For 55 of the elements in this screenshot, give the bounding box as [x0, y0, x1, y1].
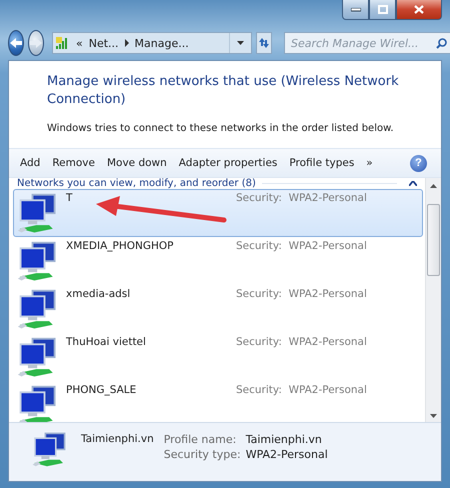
search-icon: [436, 38, 447, 48]
more-commands-button[interactable]: »: [361, 154, 378, 172]
network-row[interactable]: XMEDIA_PHONGHOP Security: WPA2-Personal: [13, 237, 423, 285]
network-security: Security: WPA2-Personal: [236, 240, 367, 253]
maximize-button[interactable]: [369, 0, 396, 20]
network-row[interactable]: xmedia-adsl Security: WPA2-Personal: [13, 285, 423, 333]
network-security: Security: WPA2-Personal: [236, 336, 367, 349]
detail-label: Profile name:: [164, 433, 238, 446]
refresh-icon: [257, 37, 271, 49]
search-field[interactable]: Search Manage Wirel...: [284, 32, 450, 54]
breadcrumb-item[interactable]: Manage...: [134, 36, 189, 50]
detail-value: Taimienphi.vn: [246, 433, 323, 446]
close-icon: [414, 5, 424, 14]
address-bar[interactable]: « Net... Manage...: [52, 32, 252, 54]
network-name: T: [66, 192, 74, 205]
toolbar-button[interactable]: Remove: [47, 154, 100, 172]
detail-label: Security type:: [164, 448, 241, 461]
network-row[interactable]: T Security: WPA2-Personal: [13, 189, 423, 237]
caret-icon: [237, 41, 244, 45]
maximize-icon: [378, 5, 388, 14]
scroll-thumb[interactable]: [427, 204, 440, 276]
forward-button[interactable]: [28, 30, 44, 56]
network-row[interactable]: PHONG_SALE Security: WPA2-Personal: [13, 381, 423, 422]
chevron-icon: [409, 181, 417, 186]
network-security: Security: WPA2-Personal: [236, 288, 367, 301]
close-button[interactable]: [396, 0, 442, 20]
minimize-icon: [350, 8, 360, 12]
network-security: Security: WPA2-Personal: [236, 384, 367, 397]
network-name: ThuHoai viettel: [66, 336, 147, 349]
network-name: XMEDIA_PHONGHOP: [66, 240, 174, 253]
network-name: xmedia-adsl: [66, 288, 132, 301]
description-text: Windows tries to connect to these networks in the order listed below.: [46, 122, 395, 136]
scrollbar[interactable]: [425, 178, 441, 422]
profile-title: Taimienphi.vn: [81, 433, 154, 445]
refresh-button[interactable]: [256, 32, 272, 54]
toolbar-button[interactable]: Add: [15, 154, 46, 172]
scroll-down-icon[interactable]: [430, 414, 437, 418]
toolbar-button[interactable]: Profile types: [284, 154, 360, 172]
network-security: Security: WPA2-Personal: [236, 192, 367, 205]
scroll-up-icon[interactable]: [430, 184, 437, 188]
breadcrumb-item[interactable]: Net...: [88, 36, 119, 50]
forward-arrow-icon: [29, 37, 43, 49]
toolbar-button[interactable]: Adapter properties: [174, 154, 282, 172]
breadcrumb-overflow[interactable]: «: [76, 36, 83, 50]
toolbar-button[interactable]: Move down: [102, 154, 172, 172]
breadcrumb-separator-icon[interactable]: [124, 39, 129, 47]
network-name: PHONG_SALE: [66, 384, 138, 397]
network-row[interactable]: ThuHoai viettel Security: WPA2-Personal: [13, 333, 423, 381]
back-button[interactable]: [8, 30, 24, 56]
page-heading: Manage wireless networks that use (Wireless Network Connection): [46, 73, 400, 109]
back-arrow-icon: [9, 37, 23, 49]
minimize-button[interactable]: [342, 0, 369, 20]
signal-bars-icon: [56, 37, 70, 49]
detail-value: WPA2-Personal: [246, 448, 328, 461]
group-header: Networks you can view, modify, and reorder (8): [17, 178, 256, 189]
